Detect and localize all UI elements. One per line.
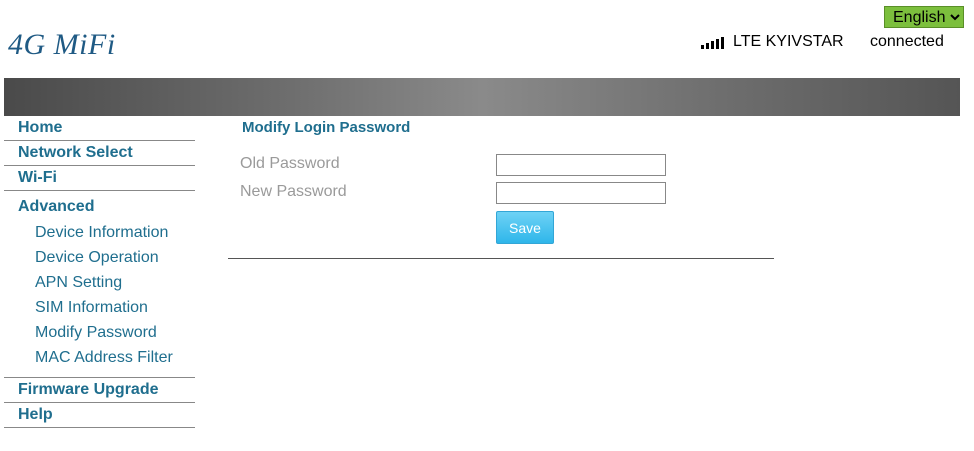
sidebar-item-network-select[interactable]: Network Select xyxy=(4,141,195,166)
signal-bar xyxy=(706,43,709,49)
language-select[interactable]: English xyxy=(884,6,964,28)
page-title: Modify Login Password xyxy=(242,119,411,136)
sidebar-subitem-apn-setting[interactable]: APN Setting xyxy=(4,270,195,295)
new-password-label: New Password xyxy=(240,183,347,200)
sidebar-item-firmware-upgrade[interactable]: Firmware Upgrade xyxy=(4,378,195,403)
sidebar-subitem-sim-information[interactable]: SIM Information xyxy=(4,295,195,320)
sidebar-item-wifi[interactable]: Wi-Fi xyxy=(4,166,195,191)
new-password-input[interactable] xyxy=(496,182,666,204)
signal-bar xyxy=(711,41,714,49)
sidebar-subitem-device-information[interactable]: Device Information xyxy=(4,220,195,245)
old-password-label: Old Password xyxy=(240,155,340,172)
divider xyxy=(228,258,774,259)
logo: 4G MiFi xyxy=(8,28,116,61)
header: 4G MiFi English LTE KYIVSTAR connected xyxy=(0,0,974,78)
connection-status: connected xyxy=(870,33,944,50)
old-password-input[interactable] xyxy=(496,154,666,176)
header-banner xyxy=(4,78,960,116)
sidebar-item-help[interactable]: Help xyxy=(4,403,195,428)
save-button[interactable]: Save xyxy=(496,211,554,244)
sidebar-subitem-device-operation[interactable]: Device Operation xyxy=(4,245,195,270)
sidebar: Home Network Select Wi-Fi Advanced Devic… xyxy=(4,116,195,428)
sidebar-subitem-mac-address-filter[interactable]: MAC Address Filter xyxy=(4,345,195,370)
signal-bar xyxy=(716,39,719,49)
signal-strength-icon xyxy=(701,37,724,49)
signal-bar xyxy=(721,37,724,49)
sidebar-item-home[interactable]: Home xyxy=(4,116,195,141)
sidebar-subitem-modify-password[interactable]: Modify Password xyxy=(4,320,195,345)
signal-bar xyxy=(701,45,704,49)
advanced-section: Advanced Device Information Device Opera… xyxy=(4,191,195,378)
sidebar-item-advanced[interactable]: Advanced xyxy=(4,195,195,220)
network-name: LTE KYIVSTAR xyxy=(733,33,844,50)
